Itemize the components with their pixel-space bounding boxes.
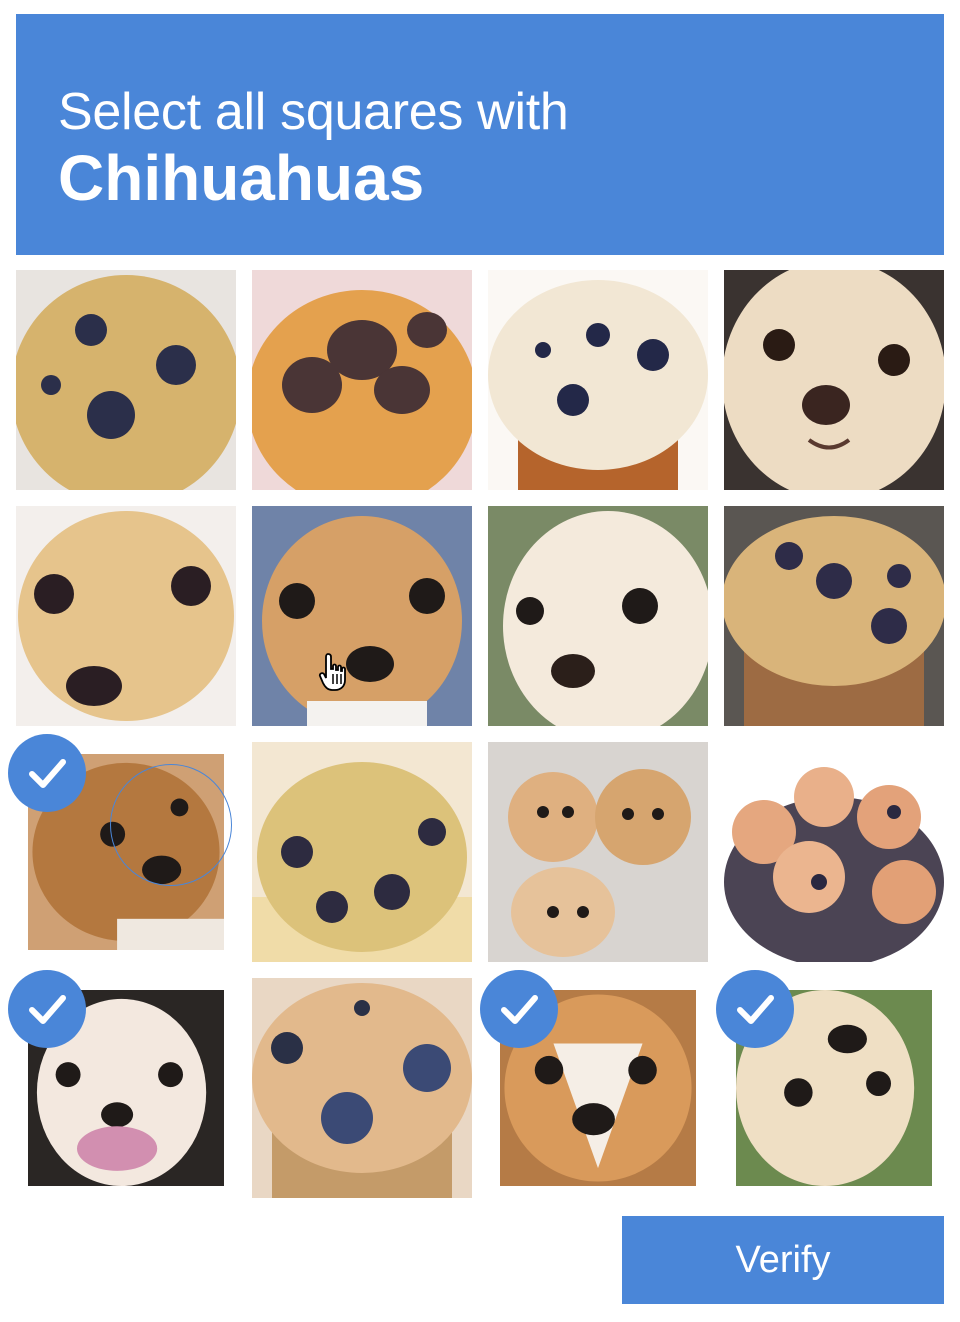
muffin-image: [16, 506, 236, 726]
grid-tile-7[interactable]: [488, 506, 708, 726]
grid-tile-15[interactable]: [480, 970, 708, 1198]
muffin-image: [724, 742, 944, 962]
selected-check-icon: [480, 970, 558, 1048]
challenge-target: Chihuahuas: [58, 142, 425, 214]
grid-tile-13[interactable]: [8, 970, 236, 1198]
grid-tile-10[interactable]: [252, 742, 472, 962]
grid-tile-6[interactable]: [252, 506, 472, 726]
grid-tile-16[interactable]: [716, 970, 944, 1198]
challenge-prompt: Select all squares with: [58, 83, 569, 141]
chihuahua-image: [488, 742, 708, 962]
grid-tile-1[interactable]: [16, 270, 236, 490]
hand-pointer-icon: [318, 653, 346, 691]
grid-tile-3[interactable]: [488, 270, 708, 490]
chihuahua-image: [488, 506, 708, 726]
grid-tile-14[interactable]: [252, 978, 472, 1198]
grid-tile-12[interactable]: [724, 742, 944, 962]
click-ripple: [110, 764, 232, 886]
chihuahua-image: [724, 270, 944, 490]
muffin-image: [252, 742, 472, 962]
challenge-header: Select all squares with Chihuahuas: [16, 14, 944, 255]
selected-check-icon: [8, 970, 86, 1048]
grid-tile-5[interactable]: [16, 506, 236, 726]
grid-tile-11[interactable]: [488, 742, 708, 962]
grid-tile-8[interactable]: [724, 506, 944, 726]
selected-check-icon: [716, 970, 794, 1048]
muffin-image: [724, 506, 944, 726]
grid-tile-2[interactable]: [252, 270, 472, 490]
muffin-image: [252, 978, 472, 1198]
muffin-image: [16, 270, 236, 490]
muffin-image: [488, 270, 708, 490]
image-grid: [8, 270, 944, 1198]
grid-tile-4[interactable]: [724, 270, 944, 490]
verify-button[interactable]: Verify: [622, 1216, 944, 1304]
chihuahua-image: [252, 506, 472, 726]
muffin-image: [252, 270, 472, 490]
selected-check-icon: [8, 734, 86, 812]
